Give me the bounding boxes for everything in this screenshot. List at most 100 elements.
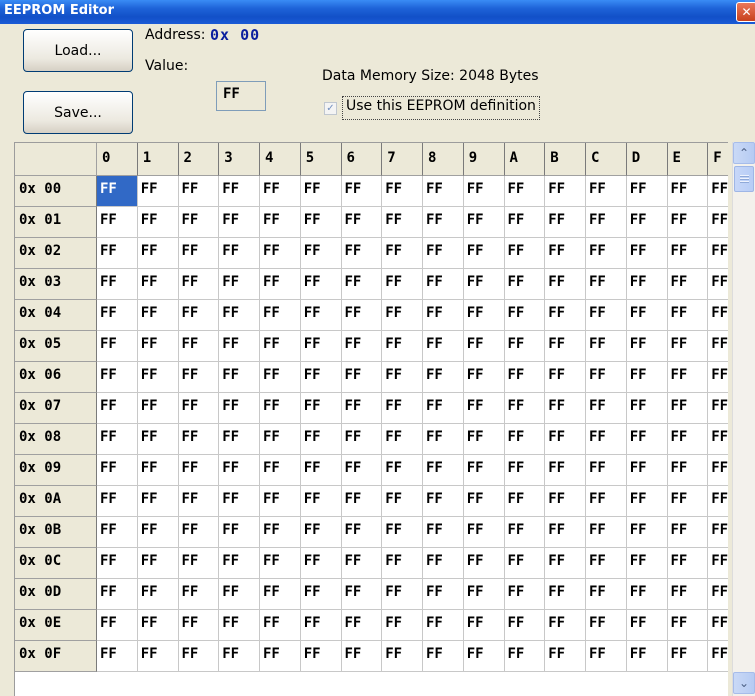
data-cell[interactable]: FF <box>667 548 709 579</box>
data-cell[interactable]: FF <box>178 300 220 331</box>
data-cell[interactable]: FF <box>586 486 627 517</box>
data-cell[interactable]: FF <box>137 424 179 455</box>
data-cell[interactable]: FF <box>300 641 342 672</box>
data-cell[interactable]: FF <box>626 455 668 486</box>
data-cell[interactable]: FF <box>137 176 179 207</box>
data-cell[interactable]: FF <box>300 610 342 641</box>
data-cell[interactable]: FF <box>300 424 342 455</box>
data-cell[interactable]: FF <box>423 517 464 548</box>
data-cell[interactable]: FF <box>219 610 260 641</box>
data-cell[interactable]: FF <box>260 393 301 424</box>
data-cell[interactable]: FF <box>586 641 627 672</box>
data-cell[interactable]: FF <box>504 393 546 424</box>
data-cell[interactable]: FF <box>463 331 505 362</box>
data-cell[interactable]: FF <box>219 455 260 486</box>
data-cell[interactable]: FF <box>708 207 728 238</box>
data-cell[interactable]: FF <box>97 300 138 331</box>
data-cell[interactable]: FF <box>463 517 505 548</box>
data-cell[interactable]: FF <box>178 517 220 548</box>
data-cell[interactable]: FF <box>667 238 709 269</box>
data-cell[interactable]: FF <box>137 548 179 579</box>
data-cell[interactable]: FF <box>708 362 728 393</box>
data-cell[interactable]: FF <box>178 176 220 207</box>
data-cell[interactable]: FF <box>382 300 423 331</box>
data-cell[interactable]: FF <box>178 548 220 579</box>
data-cell[interactable]: FF <box>667 300 709 331</box>
data-cell[interactable]: FF <box>382 610 423 641</box>
save-button[interactable]: Save... <box>23 91 133 134</box>
data-cell[interactable]: FF <box>626 238 668 269</box>
data-cell[interactable]: FF <box>97 207 138 238</box>
data-cell[interactable]: FF <box>504 610 546 641</box>
data-cell[interactable]: FF <box>626 176 668 207</box>
data-cell[interactable]: FF <box>341 610 383 641</box>
data-cell[interactable]: FF <box>463 424 505 455</box>
data-cell[interactable]: FF <box>708 238 728 269</box>
data-cell[interactable]: FF <box>137 610 179 641</box>
data-cell[interactable]: FF <box>341 207 383 238</box>
data-cell[interactable]: FF <box>137 269 179 300</box>
data-cell[interactable]: FF <box>667 269 709 300</box>
data-cell[interactable]: FF <box>178 362 220 393</box>
data-cell[interactable]: FF <box>463 238 505 269</box>
data-cell[interactable]: FF <box>586 393 627 424</box>
data-cell[interactable]: FF <box>341 269 383 300</box>
data-cell[interactable]: FF <box>97 579 138 610</box>
data-cell[interactable]: FF <box>586 207 627 238</box>
data-cell[interactable]: FF <box>463 269 505 300</box>
data-cell[interactable]: FF <box>463 393 505 424</box>
data-cell[interactable]: FF <box>545 424 586 455</box>
data-cell[interactable]: FF <box>423 362 464 393</box>
data-cell[interactable]: FF <box>667 579 709 610</box>
data-cell[interactable]: FF <box>708 300 728 331</box>
data-cell[interactable]: FF <box>178 579 220 610</box>
data-cell[interactable]: FF <box>97 393 138 424</box>
data-cell[interactable]: FF <box>504 424 546 455</box>
data-cell[interactable]: FF <box>97 455 138 486</box>
data-cell[interactable]: FF <box>300 579 342 610</box>
data-cell[interactable]: FF <box>667 331 709 362</box>
data-cell[interactable]: FF <box>97 362 138 393</box>
close-icon[interactable]: ✕ <box>736 2 755 22</box>
data-cell[interactable]: FF <box>626 269 668 300</box>
data-cell[interactable]: FF <box>667 641 709 672</box>
data-cell[interactable]: FF <box>504 362 546 393</box>
data-cell[interactable]: FF <box>545 331 586 362</box>
data-cell[interactable]: FF <box>137 362 179 393</box>
data-cell[interactable]: FF <box>341 238 383 269</box>
data-cell[interactable]: FF <box>137 486 179 517</box>
data-cell[interactable]: FF <box>463 579 505 610</box>
data-cell[interactable]: FF <box>545 176 586 207</box>
data-cell[interactable]: FF <box>463 486 505 517</box>
data-cell[interactable]: FF <box>260 455 301 486</box>
data-cell[interactable]: FF <box>423 424 464 455</box>
data-cell[interactable]: FF <box>137 300 179 331</box>
vertical-scrollbar[interactable]: ⌃ ⌄ <box>732 142 755 696</box>
data-cell[interactable]: FF <box>219 269 260 300</box>
data-cell[interactable]: FF <box>423 486 464 517</box>
data-cell[interactable]: FF <box>423 455 464 486</box>
data-cell[interactable]: FF <box>260 300 301 331</box>
data-cell[interactable]: FF <box>260 579 301 610</box>
data-cell[interactable]: FF <box>545 517 586 548</box>
data-cell[interactable]: FF <box>300 269 342 300</box>
data-cell[interactable]: FF <box>382 424 423 455</box>
data-cell[interactable]: FF <box>219 517 260 548</box>
data-cell[interactable]: FF <box>545 362 586 393</box>
data-cell[interactable]: FF <box>137 455 179 486</box>
data-cell[interactable]: FF <box>586 300 627 331</box>
data-cell[interactable]: FF <box>97 548 138 579</box>
data-cell[interactable]: FF <box>137 579 179 610</box>
data-cell[interactable]: FF <box>463 300 505 331</box>
data-cell[interactable]: FF <box>545 455 586 486</box>
data-cell[interactable]: FF <box>626 393 668 424</box>
data-cell[interactable]: FF <box>260 362 301 393</box>
data-cell[interactable]: FF <box>382 362 423 393</box>
data-cell[interactable]: FF <box>341 300 383 331</box>
data-cell[interactable]: FF <box>178 486 220 517</box>
data-cell[interactable]: FF <box>586 238 627 269</box>
data-cell[interactable]: FF <box>137 641 179 672</box>
data-cell[interactable]: FF <box>504 300 546 331</box>
data-cell[interactable]: FF <box>178 455 220 486</box>
data-cell[interactable]: FF <box>260 548 301 579</box>
